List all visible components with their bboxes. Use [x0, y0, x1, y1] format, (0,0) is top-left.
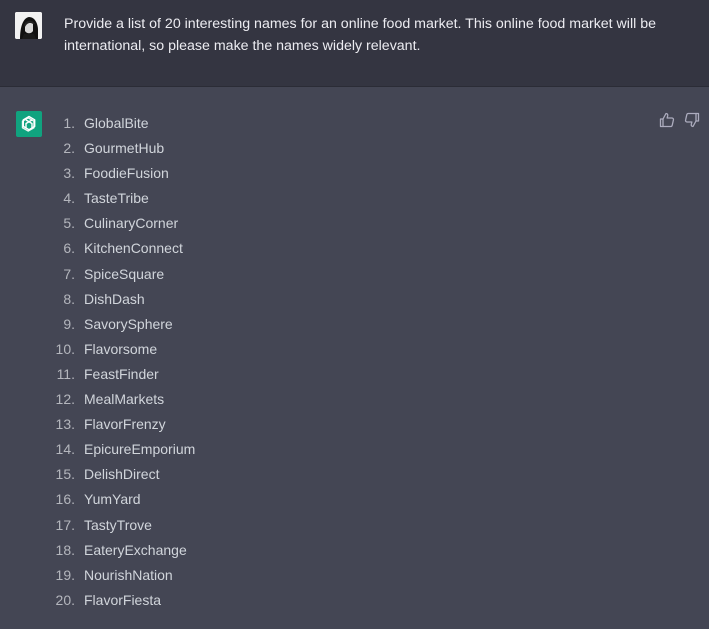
list-item-text: SavorySphere	[84, 315, 173, 332]
list-item-text: FlavorFiesta	[84, 591, 162, 608]
list-number: 8.	[63, 290, 75, 307]
list-item-text: TastyTrove	[84, 516, 152, 533]
list-number: 16.	[55, 491, 75, 508]
list-number: 5.	[63, 215, 75, 232]
list-number: 6.	[63, 240, 75, 257]
list-item-text: SpiceSquare	[84, 265, 165, 282]
user-message-row: Provide a list of 20 interesting names f…	[0, 0, 709, 87]
list-item-text: DelishDirect	[84, 466, 160, 483]
list-item-text: FoodieFusion	[84, 165, 169, 182]
list-number: 14.	[55, 441, 75, 458]
assistant-message-row: 1. GlobalBite 2. GourmetHub 3. FoodieFusion…	[0, 87, 709, 629]
list-number: 2.	[63, 140, 75, 157]
list-item-text: CulinaryCorner	[84, 215, 179, 232]
list-number: 20.	[55, 591, 75, 608]
thumbs-up-icon[interactable]	[659, 112, 675, 128]
list-item-text: GourmetHub	[84, 140, 165, 157]
list-number: 9.	[63, 315, 75, 332]
list-number: 1.	[63, 115, 75, 131]
thumbs-down-icon[interactable]	[684, 112, 700, 128]
list-item-text: EateryExchange	[84, 541, 187, 558]
list-item-text: YumYard	[84, 491, 141, 508]
list-number: 19.	[55, 566, 75, 583]
list-item-text: EpicureEmporium	[84, 441, 196, 458]
list-item-text: TasteTribe	[84, 190, 149, 207]
list-number: 15.	[55, 466, 75, 483]
list-item-text: KitchenConnect	[84, 240, 183, 257]
list-item-text: DishDash	[84, 290, 145, 307]
list-item-text: GlobalBite	[84, 115, 149, 131]
list-item-text: FlavorFrenzy	[84, 416, 166, 433]
list-number: 11.	[56, 365, 75, 382]
list-number: 18.	[55, 541, 75, 558]
list-item-text: MealMarkets	[84, 391, 165, 408]
list-number: 7.	[63, 265, 75, 282]
user-message-text: Provide a list of 20 interesting names f…	[64, 16, 656, 54]
list-number: 4.	[63, 190, 75, 207]
list-number: 17.	[55, 516, 75, 533]
list-number: 12.	[55, 391, 75, 408]
list-item-text: FeastFinder	[84, 365, 159, 382]
list-number: 13.	[55, 416, 75, 433]
list-item-text: Flavorsome	[84, 340, 158, 357]
user-avatar	[15, 12, 42, 39]
list-item-text: NourishNation	[84, 566, 173, 583]
list-number: 10.	[55, 340, 75, 357]
list-number: 3.	[63, 165, 75, 182]
